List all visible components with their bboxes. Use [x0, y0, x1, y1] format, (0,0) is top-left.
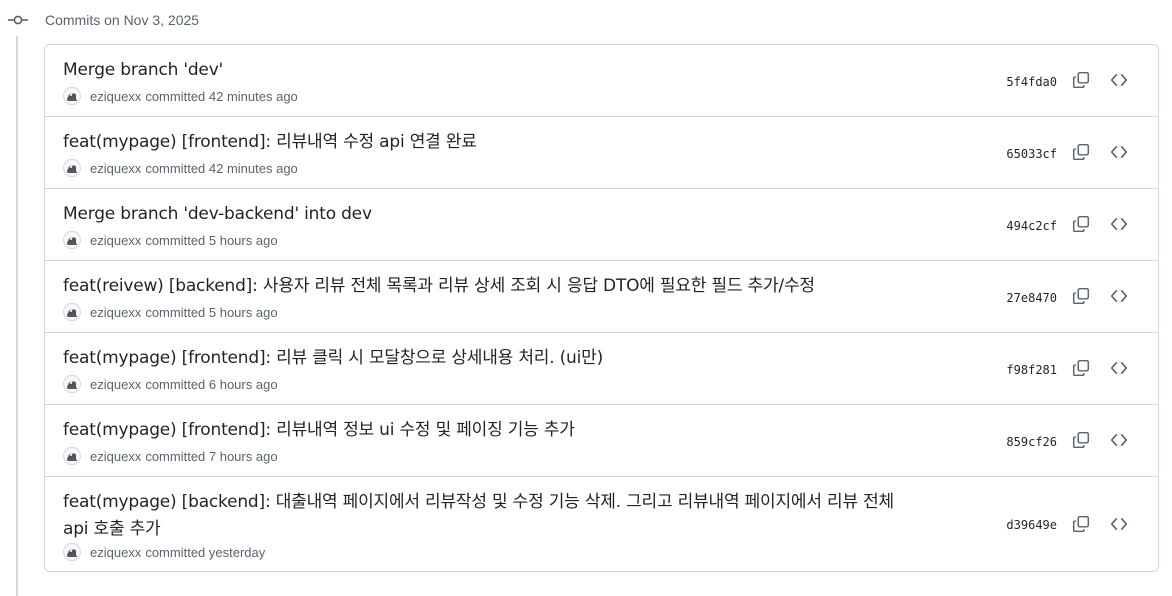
commit-meta: eziquexx committed 5 hours ago	[63, 303, 278, 321]
commit-sha-link[interactable]: f98f281	[1006, 363, 1057, 377]
avatar[interactable]	[63, 543, 81, 561]
avatar[interactable]	[63, 375, 81, 393]
commit-title-link[interactable]: feat(mypage) [frontend]: 리뷰 클릭 시 모달창으로 상…	[63, 345, 913, 372]
avatar[interactable]	[63, 231, 81, 249]
commit-time: committed 42 minutes ago	[145, 88, 298, 104]
browse-repo-button[interactable]	[1105, 354, 1133, 382]
copy-sha-button[interactable]	[1067, 138, 1095, 166]
code-icon	[1110, 434, 1128, 446]
copy-icon	[1072, 71, 1090, 89]
copy-sha-button[interactable]	[1067, 354, 1095, 382]
commit-author-link[interactable]: eziquexx	[90, 89, 141, 104]
commit-meta: eziquexx committed yesterday	[63, 543, 265, 561]
avatar[interactable]	[63, 447, 81, 465]
copy-sha-button[interactable]	[1067, 510, 1095, 538]
commit-row: feat(mypage) [frontend]: 리뷰내역 정보 ui 수정 및…	[45, 404, 1158, 476]
commit-author-link[interactable]: eziquexx	[90, 377, 141, 392]
commit-time: committed 7 hours ago	[145, 448, 278, 464]
commit-row: Merge branch 'dev' eziquexx committed 42…	[45, 45, 1158, 116]
code-icon	[1110, 218, 1128, 230]
code-icon	[1110, 74, 1128, 86]
copy-icon	[1072, 431, 1090, 449]
commit-meta: eziquexx committed 42 minutes ago	[63, 87, 298, 105]
commit-row: feat(mypage) [backend]: 대출내역 페이지에서 리뷰작성 …	[45, 476, 1158, 571]
code-icon	[1110, 290, 1128, 302]
commit-row: feat(mypage) [frontend]: 리뷰내역 수정 api 연결 …	[45, 116, 1158, 188]
browse-repo-button[interactable]	[1105, 282, 1133, 310]
code-icon	[1110, 518, 1128, 530]
commit-meta: eziquexx committed 5 hours ago	[63, 231, 278, 249]
avatar[interactable]	[63, 159, 81, 177]
commit-time: committed 6 hours ago	[145, 376, 278, 392]
commit-sha-link[interactable]: 859cf26	[1006, 435, 1057, 449]
commit-sha-link[interactable]: 27e8470	[1006, 291, 1057, 305]
commit-sha-link[interactable]: 65033cf	[1006, 147, 1057, 161]
commit-row: feat(mypage) [frontend]: 리뷰 클릭 시 모달창으로 상…	[45, 332, 1158, 404]
browse-repo-button[interactable]	[1105, 426, 1133, 454]
commit-title-link[interactable]: feat(mypage) [backend]: 대출내역 페이지에서 리뷰작성 …	[63, 489, 913, 543]
copy-icon	[1072, 287, 1090, 305]
browse-repo-button[interactable]	[1105, 510, 1133, 538]
browse-repo-button[interactable]	[1105, 66, 1133, 94]
timeline-line	[16, 36, 18, 596]
copy-icon	[1072, 515, 1090, 533]
commit-meta: eziquexx committed 42 minutes ago	[63, 159, 298, 177]
commit-title-link[interactable]: Merge branch 'dev-backend' into dev	[63, 201, 913, 228]
copy-icon	[1072, 143, 1090, 161]
commit-list: Merge branch 'dev' eziquexx committed 42…	[44, 44, 1159, 572]
avatar[interactable]	[63, 87, 81, 105]
commit-row: Merge branch 'dev-backend' into dev eziq…	[45, 188, 1158, 260]
commit-group-heading: Commits on Nov 3, 2025	[45, 12, 200, 28]
browse-repo-button[interactable]	[1105, 210, 1133, 238]
commit-sha-link[interactable]: 494c2cf	[1006, 219, 1057, 233]
commit-title-link[interactable]: feat(mypage) [frontend]: 리뷰내역 수정 api 연결 …	[63, 129, 913, 156]
copy-sha-button[interactable]	[1067, 282, 1095, 310]
commit-author-link[interactable]: eziquexx	[90, 305, 141, 320]
copy-sha-button[interactable]	[1067, 210, 1095, 238]
copy-sha-button[interactable]	[1067, 426, 1095, 454]
commit-sha-link[interactable]: d39649e	[1006, 518, 1057, 532]
avatar[interactable]	[63, 303, 81, 321]
commit-time: committed 42 minutes ago	[145, 160, 298, 176]
copy-icon	[1072, 215, 1090, 233]
commit-time: committed 5 hours ago	[145, 232, 278, 248]
git-commit-icon	[8, 12, 28, 28]
commit-time: committed 5 hours ago	[145, 304, 278, 320]
commit-author-link[interactable]: eziquexx	[90, 545, 141, 560]
code-icon	[1110, 146, 1128, 158]
copy-sha-button[interactable]	[1067, 66, 1095, 94]
commit-author-link[interactable]: eziquexx	[90, 161, 141, 176]
browse-repo-button[interactable]	[1105, 138, 1133, 166]
commit-author-link[interactable]: eziquexx	[90, 449, 141, 464]
code-icon	[1110, 362, 1128, 374]
commit-title-link[interactable]: Merge branch 'dev'	[63, 57, 913, 84]
commit-title-link[interactable]: feat(reivew) [backend]: 사용자 리뷰 전체 목록과 리뷰…	[63, 273, 913, 300]
commit-meta: eziquexx committed 6 hours ago	[63, 375, 278, 393]
commit-sha-link[interactable]: 5f4fda0	[1006, 75, 1057, 89]
commit-meta: eziquexx committed 7 hours ago	[63, 447, 278, 465]
commit-time: committed yesterday	[145, 544, 266, 560]
commit-author-link[interactable]: eziquexx	[90, 233, 141, 248]
copy-icon	[1072, 359, 1090, 377]
commit-title-link[interactable]: feat(mypage) [frontend]: 리뷰내역 정보 ui 수정 및…	[63, 417, 913, 444]
commit-row: feat(reivew) [backend]: 사용자 리뷰 전체 목록과 리뷰…	[45, 260, 1158, 332]
